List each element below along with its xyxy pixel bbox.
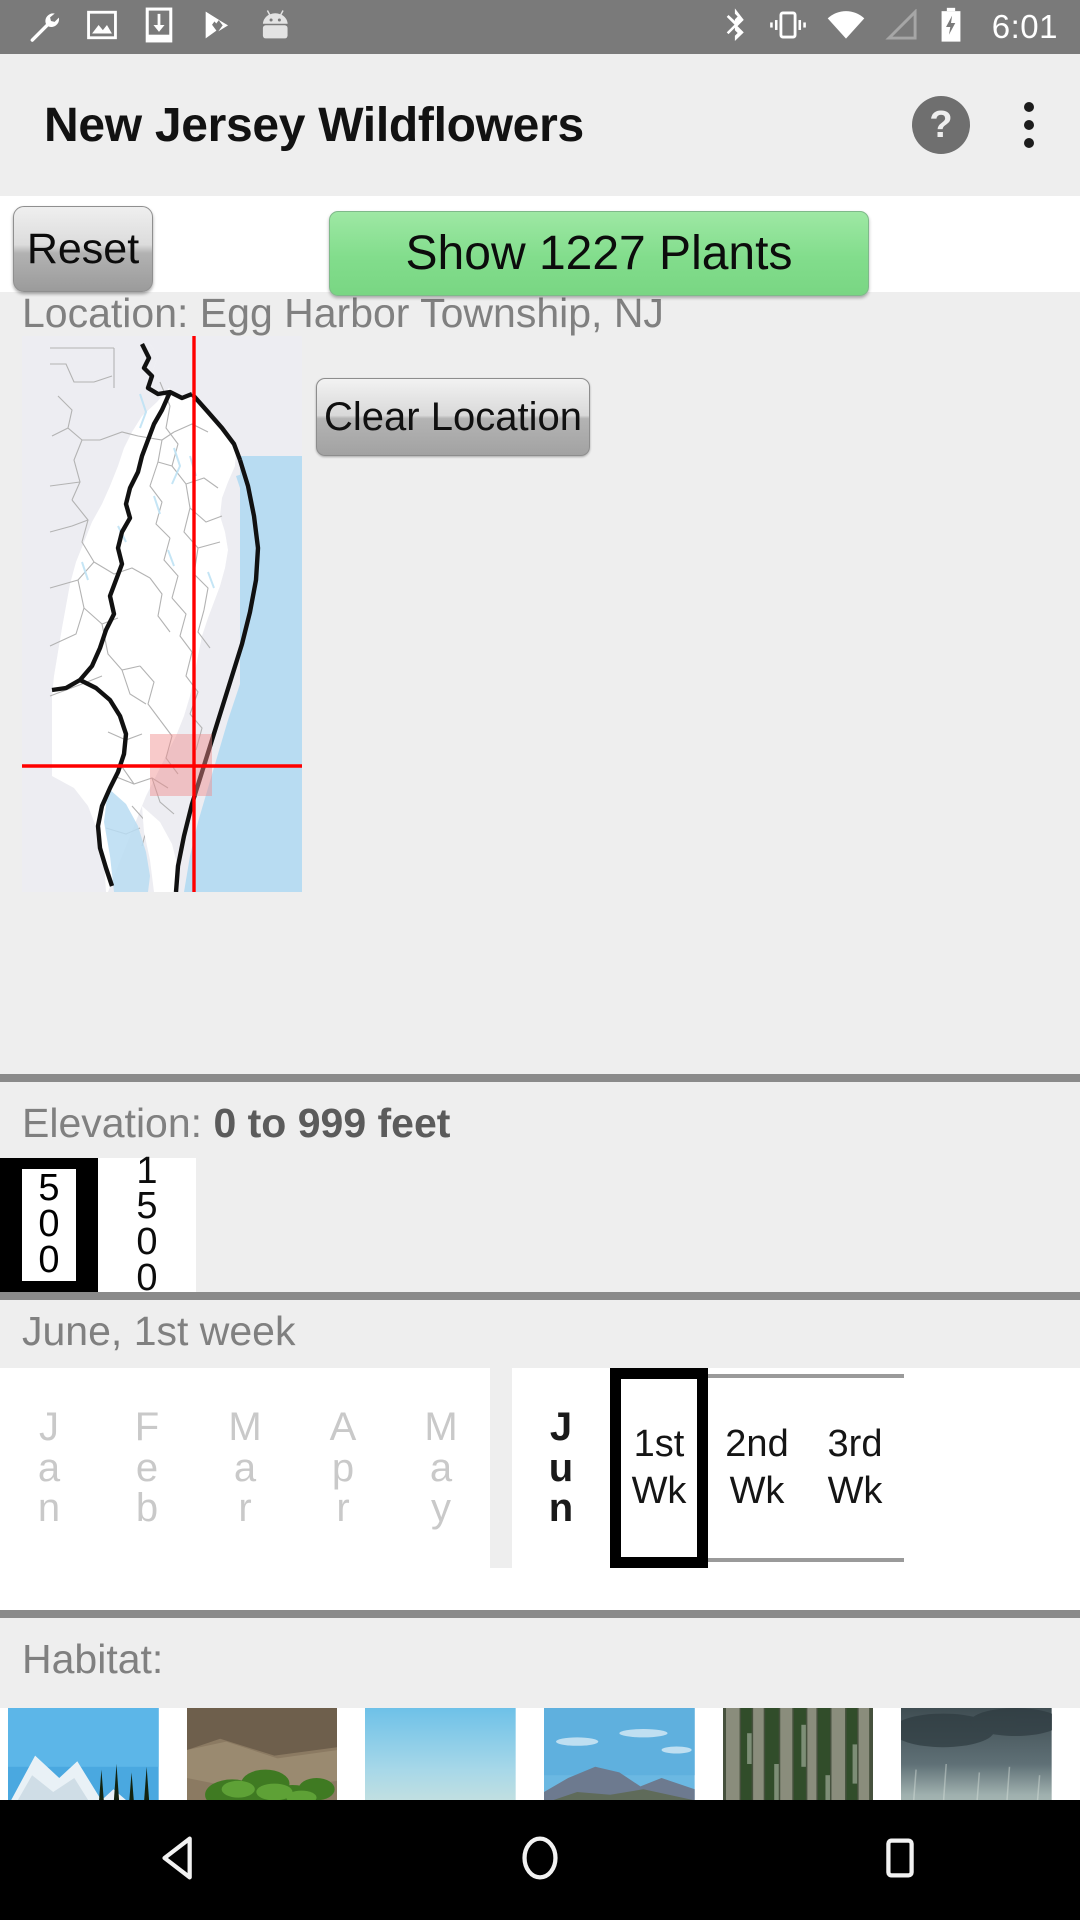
reset-button[interactable]: Reset [13, 206, 153, 292]
week-cell-2nd[interactable]: 2nd Wk [708, 1374, 806, 1562]
elevation-digit: 0 [136, 1221, 158, 1263]
month-cell-apr[interactable]: Apr [294, 1368, 392, 1568]
location-label: Location: Egg Harbor Township, NJ [22, 290, 664, 336]
help-icon[interactable]: ? [912, 96, 970, 154]
download-to-device-icon [144, 7, 174, 48]
kebab-dot [1024, 138, 1034, 148]
elevation-label-prefix: Elevation: [22, 1100, 214, 1146]
overflow-menu-icon[interactable] [1006, 96, 1052, 154]
elevation-digit: 0 [38, 1203, 60, 1246]
month-letter: b [135, 1486, 159, 1531]
elevation-digit: 1 [136, 1149, 158, 1192]
android-head-icon [260, 8, 296, 47]
app-root: 6:01 New Jersey Wildflowers ? Location: … [0, 0, 1080, 1920]
elevation-section: Elevation: 0 to 999 feet 5001500 [0, 1082, 1080, 1297]
elevation-cell-500[interactable]: 500 [0, 1158, 98, 1292]
month-letter: M [424, 1404, 458, 1449]
image-icon [86, 8, 118, 47]
habitat-label: Habitat: [22, 1636, 164, 1682]
week-unit: Wk [631, 1470, 687, 1512]
month-letter: e [135, 1445, 159, 1490]
week-group-june: Ju n 1st Wk 2nd Wk 3rd Wk [512, 1368, 904, 1568]
wifi-icon [826, 9, 866, 46]
month-letter: p [331, 1445, 355, 1490]
app-bar-actions: ? [912, 96, 1052, 154]
app-bar: New Jersey Wildflowers ? [0, 54, 1080, 196]
month-label: June, 1st week [22, 1308, 296, 1354]
divider-elevation-month [0, 1292, 1080, 1300]
elevation-digit: 5 [38, 1167, 60, 1210]
week-ordinal: 3rd [827, 1422, 883, 1465]
elevation-label-value: 0 to 999 feet [213, 1100, 451, 1146]
month-letter: M [228, 1404, 262, 1449]
month-letter: r [238, 1486, 252, 1531]
recents-button-icon[interactable] [871, 1829, 929, 1892]
help-icon-glyph: ? [929, 104, 953, 146]
divider-location-elevation [0, 1074, 1080, 1082]
month-cell-mar[interactable]: Mar [196, 1368, 294, 1568]
home-button-icon[interactable] [511, 1829, 569, 1892]
month-letter: n [37, 1486, 61, 1531]
new-jersey-map-svg [22, 336, 302, 892]
page-title: New Jersey Wildflowers [44, 98, 584, 152]
location-map[interactable] [22, 336, 302, 892]
back-button-icon[interactable] [151, 1829, 209, 1892]
month-letter: r [336, 1486, 350, 1531]
elevation-digit: 5 [136, 1185, 158, 1228]
month-letter: a [233, 1445, 257, 1490]
month-letter: u [548, 1445, 574, 1490]
elevation-selector[interactable]: 5001500 [0, 1152, 1080, 1297]
week-cell-1st[interactable]: 1st Wk [610, 1368, 708, 1568]
month-letter: y [431, 1486, 451, 1531]
week-ordinal: 2nd [725, 1422, 789, 1465]
month-week-selector[interactable]: Ja n Fe b Ma r Ap r Ma y Ju n 1st Wk 2nd Wk 3rd Wk [0, 1368, 1080, 1568]
month-week-gap [490, 1368, 512, 1568]
month-cell-jun[interactable]: Jun [512, 1368, 610, 1568]
month-letter: a [37, 1445, 61, 1490]
battery-charging-icon [938, 7, 964, 48]
filter-action-bar: Reset Show 1227 Plants [0, 206, 1080, 296]
month-cell-feb[interactable]: Feb [98, 1368, 196, 1568]
status-bar-clock: 6:01 [991, 8, 1058, 45]
elevation-digit: 0 [38, 1238, 60, 1281]
month-group-jan-may: JanFebMarAprMay [0, 1368, 490, 1568]
android-navigation-bar [0, 1800, 1080, 1920]
week-unit: Wk [729, 1470, 785, 1512]
month-cell-jan[interactable]: Jan [0, 1368, 98, 1568]
week-unit: Wk [827, 1470, 883, 1512]
status-bar-left-icons [26, 7, 296, 48]
vibrate-icon [768, 8, 808, 47]
elevation-cell-value: 1500 [136, 1149, 158, 1297]
week-cell-3rd[interactable]: 3rd Wk [806, 1374, 904, 1562]
wrench-icon [26, 8, 60, 47]
month-letter: n [548, 1486, 574, 1531]
kebab-dot [1024, 120, 1034, 130]
month-letter: J [39, 1404, 59, 1449]
location-section: Location: Egg Harbor Township, NJ Clear … [0, 290, 1080, 1074]
month-letter: A [329, 1404, 357, 1449]
play-store-icon [200, 8, 234, 47]
bluetooth-icon [722, 7, 750, 48]
filter-panel: Location: Egg Harbor Township, NJ Clear … [0, 196, 1080, 1920]
status-bar-right-icons: 6:01 [722, 7, 1058, 48]
elevation-label: Elevation: 0 to 999 feet [22, 1100, 450, 1147]
month-section: June, 1st week Ja n Fe b Ma r Ap r Ma y Ju n 1st Wk 2n… [0, 1300, 1080, 1610]
month-letter: a [429, 1445, 453, 1490]
week-ordinal: 1st [633, 1422, 685, 1465]
elevation-cell-1500[interactable]: 1500 [98, 1152, 196, 1297]
month-letter: F [134, 1404, 160, 1449]
month-letter: J [549, 1404, 573, 1449]
month-cell-may[interactable]: May [392, 1368, 490, 1568]
clear-location-button[interactable]: Clear Location [316, 378, 590, 456]
status-bar: 6:01 [0, 0, 1080, 54]
show-plants-button[interactable]: Show 1227 Plants [329, 211, 869, 296]
cell-signal-icon [884, 7, 920, 46]
divider-month-habitat [0, 1610, 1080, 1618]
kebab-dot [1024, 102, 1034, 112]
elevation-cell-value: 500 [22, 1167, 76, 1281]
